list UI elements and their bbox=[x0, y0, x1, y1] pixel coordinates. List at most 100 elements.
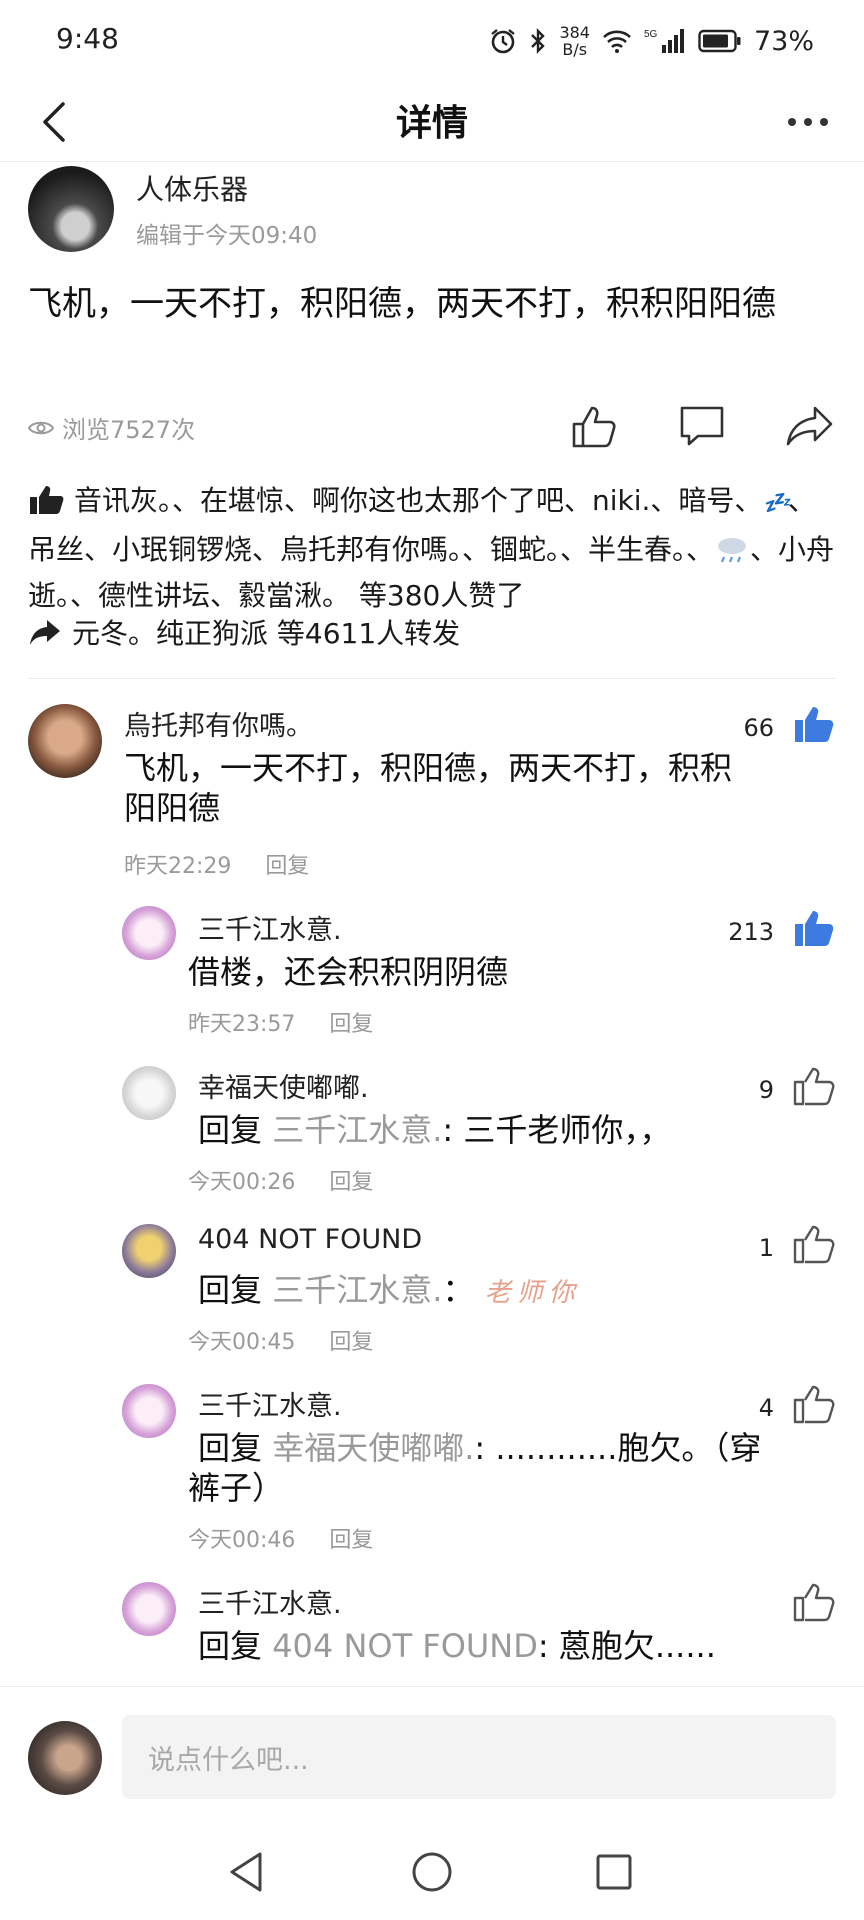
reply-reply-button[interactable]: 回复 bbox=[329, 1324, 373, 1356]
status-icons: 384 B/s 5G 73% bbox=[489, 18, 814, 64]
thumbs-up-icon bbox=[793, 1385, 835, 1424]
comment-text: 飞机，一天不打，积阳德，两天不打，积积阳阳德 bbox=[124, 749, 733, 827]
share-button[interactable] bbox=[782, 398, 838, 454]
reply-like-button[interactable] bbox=[790, 1578, 838, 1626]
reply-reply-button[interactable]: 回复 bbox=[329, 1164, 373, 1196]
reply-like-count: 1 bbox=[758, 1234, 774, 1262]
reply-text: 回复 三千江水意.: 三千老师你，， bbox=[198, 1111, 672, 1149]
more-button[interactable] bbox=[778, 92, 838, 152]
thumbs-up-filled-icon bbox=[795, 911, 834, 946]
reply-target[interactable]: 幸福天使嘟嘟. bbox=[272, 1429, 474, 1467]
reply-avatar[interactable] bbox=[122, 906, 176, 960]
view-count: 浏览7527次 bbox=[28, 410, 195, 445]
nav-bar: 详情 bbox=[0, 82, 864, 162]
bluetooth-icon bbox=[529, 27, 547, 55]
reply-time: 今天00:46 bbox=[188, 1528, 296, 1553]
status-bar: 9:48 384 B/s 5G 73% bbox=[0, 0, 864, 82]
comment-input-bar: 说点什么吧... bbox=[0, 1686, 864, 1826]
thumbs-up-icon bbox=[572, 406, 616, 448]
comment-like-count: 66 bbox=[743, 714, 774, 742]
thumbs-up-icon bbox=[793, 1583, 835, 1622]
post-text: 飞机，一天不打，积阳德，两天不打，积积阳阳德 bbox=[28, 284, 776, 324]
eye-icon bbox=[28, 421, 54, 434]
battery-icon bbox=[698, 29, 742, 53]
my-avatar[interactable] bbox=[28, 1721, 102, 1795]
comment-reply-button[interactable]: 回复 bbox=[265, 848, 309, 880]
rain-cloud-emoji-icon bbox=[718, 538, 747, 563]
svg-text:5G: 5G bbox=[644, 29, 658, 40]
system-back-button[interactable] bbox=[220, 1846, 272, 1898]
reply-text: 回复 三千江水意.： 老师你 bbox=[198, 1271, 581, 1309]
reply-like-button[interactable] bbox=[790, 904, 838, 952]
reply-like-button[interactable] bbox=[790, 1380, 838, 1428]
square-recents-icon bbox=[596, 1854, 632, 1890]
thumbs-up-filled-icon bbox=[30, 486, 64, 514]
reply-like-button[interactable] bbox=[790, 1062, 838, 1110]
like-post-button[interactable] bbox=[566, 398, 622, 454]
reply-time: 今天00:26 bbox=[188, 1170, 296, 1195]
system-recents-button[interactable] bbox=[588, 1846, 640, 1898]
reply-meta: 昨天23:57 回复 bbox=[188, 1006, 373, 1038]
signal-5g-icon: 5G bbox=[644, 27, 686, 55]
reply-like-count: 213 bbox=[728, 918, 774, 946]
repost-arrow-icon bbox=[30, 620, 60, 645]
reply-reply-button[interactable]: 回复 bbox=[329, 1522, 373, 1554]
author-name[interactable]: 人体乐器 bbox=[136, 168, 248, 208]
author-avatar[interactable] bbox=[28, 166, 114, 252]
comment-avatar[interactable] bbox=[28, 704, 102, 778]
reply-time: 昨天23:57 bbox=[188, 1012, 296, 1037]
circle-home-icon bbox=[412, 1852, 452, 1892]
comment-like-button[interactable] bbox=[790, 700, 838, 748]
page-title: 详情 bbox=[395, 103, 468, 144]
net-speed: 384 B/s bbox=[559, 23, 590, 59]
system-nav-bar bbox=[0, 1826, 864, 1920]
reply-text: 回复 幸福天使嘟嘟.: ............胞欠。（穿裤子） bbox=[188, 1429, 762, 1507]
handwritten-sticker: 老师你 bbox=[484, 1278, 581, 1308]
reply-avatar[interactable] bbox=[122, 1384, 176, 1438]
wifi-icon bbox=[602, 28, 632, 54]
system-home-button[interactable] bbox=[406, 1846, 458, 1898]
triangle-back-icon bbox=[230, 1852, 262, 1892]
reposters-list[interactable]: 元冬。纯正狗派 等4611人转发 bbox=[28, 612, 460, 652]
reply-target[interactable]: 三千江水意. bbox=[272, 1271, 442, 1309]
alarm-icon bbox=[489, 27, 517, 55]
reply-time: 今天00:45 bbox=[188, 1330, 296, 1355]
reply-text: 回复 404 NOT FOUND: 蒽胞欠...... bbox=[198, 1627, 716, 1665]
comment-button[interactable] bbox=[674, 398, 730, 454]
reply-avatar[interactable] bbox=[122, 1066, 176, 1120]
battery-percent: 73% bbox=[753, 25, 814, 57]
reply-text: 借楼，还会积积阴阴德 bbox=[188, 953, 509, 991]
reply-reply-button[interactable]: 回复 bbox=[329, 1006, 373, 1038]
reply-like-button[interactable] bbox=[790, 1220, 838, 1268]
comment-bubble-icon bbox=[680, 406, 724, 446]
thumbs-up-icon bbox=[793, 1067, 835, 1106]
section-divider bbox=[28, 678, 836, 679]
reply-avatar[interactable] bbox=[122, 1582, 176, 1636]
reply-meta: 今天00:26 回复 bbox=[188, 1164, 373, 1196]
reply-meta: 今天00:46 回复 bbox=[188, 1522, 373, 1554]
comment-author[interactable]: 烏托邦有你嗎。 bbox=[124, 704, 313, 743]
reply-author[interactable]: 幸福天使嘟嘟. bbox=[198, 1066, 369, 1105]
edit-time: 编辑于今天09:40 bbox=[136, 223, 318, 249]
reply-author[interactable]: 404 NOT FOUND bbox=[198, 1224, 422, 1255]
reply-like-count: 4 bbox=[758, 1394, 774, 1422]
reply-author[interactable]: 三千江水意. bbox=[198, 908, 342, 947]
comment-input[interactable]: 说点什么吧... bbox=[122, 1715, 836, 1799]
status-time: 9:48 bbox=[56, 22, 119, 55]
reply-target[interactable]: 404 NOT FOUND bbox=[272, 1627, 538, 1665]
comment-time: 昨天22:29 bbox=[124, 854, 232, 879]
likers-list[interactable]: 音讯灰。、在堪惊、啊你这也太那个了吧、niki.、暗号、💤、吊丝、小珉铜锣烧、烏… bbox=[28, 478, 838, 619]
reply-like-count: 9 bbox=[758, 1076, 774, 1104]
reply-author[interactable]: 三千江水意. bbox=[198, 1384, 342, 1423]
more-dots-icon bbox=[788, 118, 828, 126]
reply-author[interactable]: 三千江水意. bbox=[198, 1582, 342, 1621]
thumbs-up-filled-icon bbox=[795, 707, 834, 742]
view-count-text: 浏览7527次 bbox=[62, 416, 196, 444]
thumbs-up-icon bbox=[793, 1225, 835, 1264]
zzz-emoji: 💤 bbox=[762, 491, 789, 516]
comment-meta: 昨天22:29 回复 bbox=[124, 848, 309, 880]
reply-target[interactable]: 三千江水意. bbox=[272, 1111, 442, 1149]
share-arrow-icon bbox=[786, 406, 833, 446]
reply-meta: 今天00:45 回复 bbox=[188, 1324, 373, 1356]
reply-avatar[interactable] bbox=[122, 1224, 176, 1278]
